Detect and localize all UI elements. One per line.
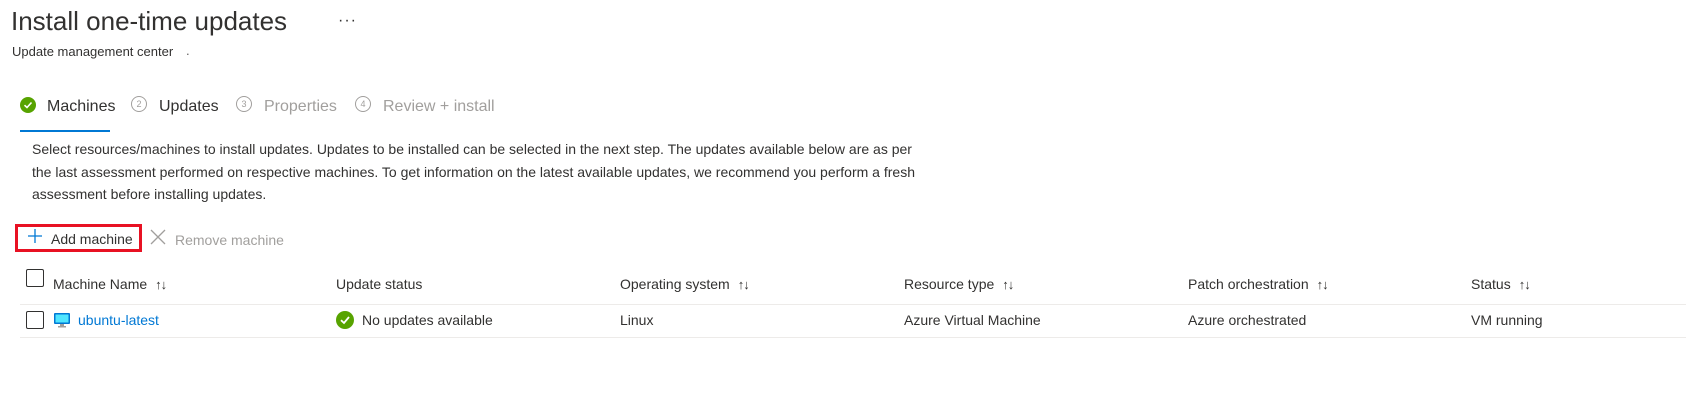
remove-machine-button[interactable]: Remove machine [149,228,284,251]
subtitle-suffix: . [186,43,190,58]
column-label: Status [1471,276,1511,292]
row-checkbox[interactable] [26,311,44,329]
machine-name-link[interactable]: ubuntu-latest [78,312,159,328]
sort-icon[interactable]: ↑↓ [1317,277,1329,292]
tab-review-install-label: Review + install [383,98,495,115]
column-header-resource-type[interactable]: Resource type ↑↓ [904,276,1014,292]
tab-properties[interactable]: 3 Properties [236,96,337,116]
more-options-button[interactable]: ··· [338,12,357,30]
close-icon [149,228,167,251]
machine-name-cell: ubuntu-latest [53,311,159,329]
page-title: Install one-time updates [11,6,288,36]
table-header: Machine Name ↑↓ Update status Operating … [20,268,1686,305]
page-subtitle: Update management center [12,44,174,59]
resource-type-cell: Azure Virtual Machine [904,312,1041,328]
column-label: Update status [336,276,423,292]
column-header-status[interactable]: Status ↑↓ [1471,276,1531,292]
description-text: Select resources/machines to install upd… [32,141,915,202]
tab-machines-label: Machines [47,98,116,115]
update-status-cell: No updates available [336,311,493,329]
step-number-icon: 2 [131,96,147,112]
remove-machine-label: Remove machine [175,231,284,248]
column-label: Patch orchestration [1188,276,1309,292]
column-label: Resource type [904,276,995,292]
column-label: Machine Name [53,276,148,292]
tab-properties-label: Properties [264,98,337,115]
status-cell: VM running [1471,312,1543,328]
tab-updates-label: Updates [159,98,219,115]
sort-icon[interactable]: ↑↓ [1519,277,1531,292]
select-all-checkbox[interactable] [26,269,44,287]
tab-machines[interactable]: Machines [20,97,116,116]
active-tab-indicator [20,130,110,132]
column-header-patch-orchestration[interactable]: Patch orchestration ↑↓ [1188,276,1329,292]
success-check-icon [336,311,354,329]
operating-system-cell: Linux [620,312,654,328]
table-row[interactable]: ubuntu-latest No updates available Linux… [20,305,1686,338]
column-label: Operating system [620,276,730,292]
checkmark-icon [20,97,36,113]
column-header-update-status: Update status [336,276,422,292]
add-machine-label: Add machine [51,230,133,247]
tab-review-install[interactable]: 4 Review + install [355,96,495,116]
sort-icon[interactable]: ↑↓ [155,277,167,292]
add-machine-button[interactable]: Add machine [27,228,133,249]
column-header-operating-system[interactable]: Operating system ↑↓ [620,276,750,292]
update-status-text: No updates available [362,312,493,328]
step-number-icon: 3 [236,96,252,112]
sort-icon[interactable]: ↑↓ [1002,277,1014,292]
tab-updates[interactable]: 2 Updates [131,96,219,116]
patch-orchestration-cell: Azure orchestrated [1188,312,1307,328]
column-header-machine-name[interactable]: Machine Name ↑↓ [53,276,167,292]
virtual-machine-icon [53,311,71,329]
step-number-icon: 4 [355,96,371,112]
sort-icon[interactable]: ↑↓ [738,277,750,292]
plus-icon [27,228,43,249]
